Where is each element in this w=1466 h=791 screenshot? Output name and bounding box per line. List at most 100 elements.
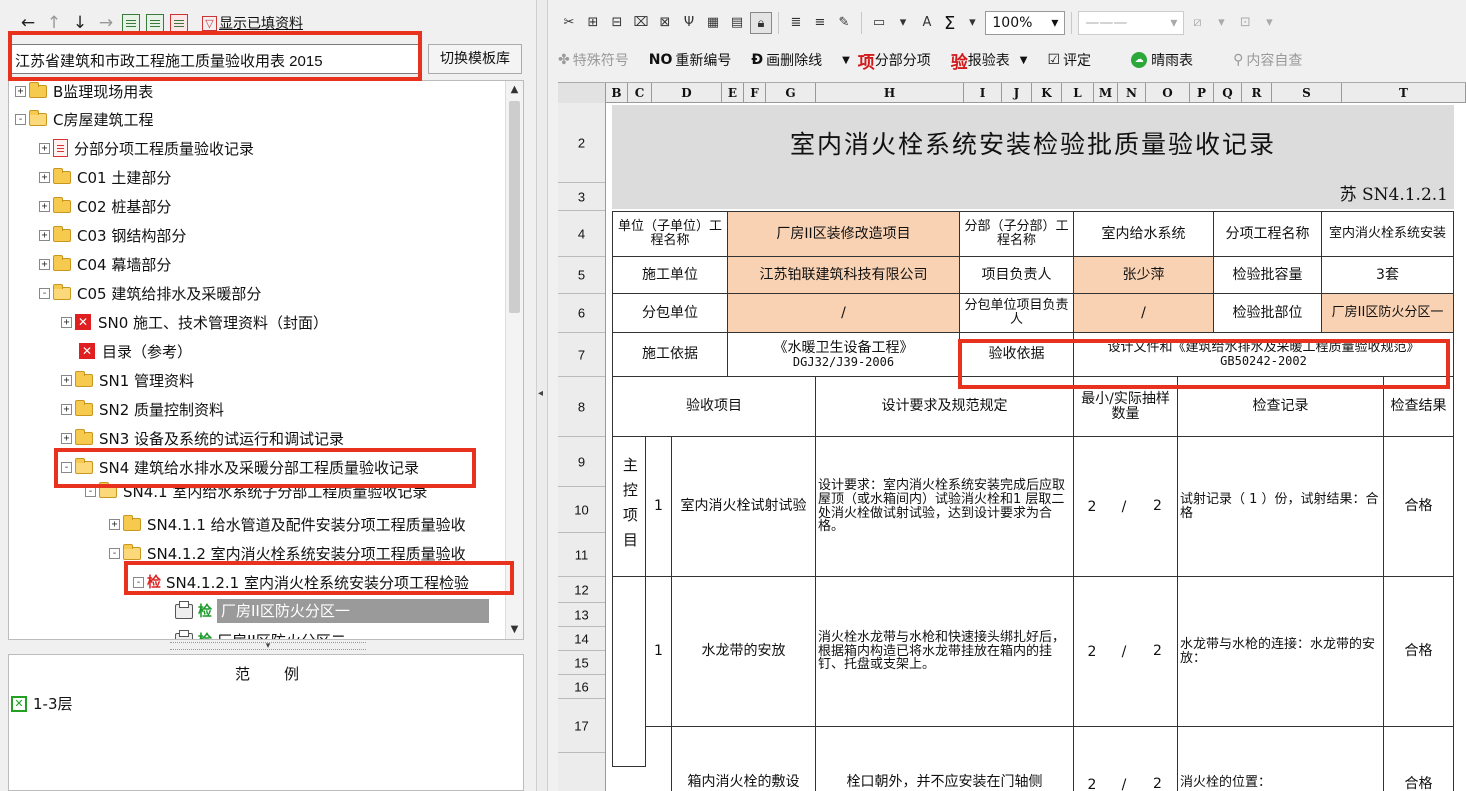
report-icon[interactable] xyxy=(170,14,188,32)
tree-item-sn2[interactable]: + SN2 质量控制资料 xyxy=(61,395,224,423)
line-spacing-icon[interactable]: ≣ xyxy=(785,12,807,34)
expand-icon[interactable]: + xyxy=(39,229,50,241)
tree-item-c-building[interactable]: - C房屋建筑工程 xyxy=(15,105,153,133)
tree-item-c02[interactable]: + C02 桩基部分 xyxy=(39,192,171,220)
row-header[interactable]: 13 xyxy=(558,603,605,627)
column-header[interactable]: D xyxy=(652,83,722,103)
delete-icon[interactable]: ⌧ xyxy=(630,12,652,34)
indent-icon[interactable]: ≡ xyxy=(809,12,831,34)
evaluate-button[interactable]: ☑ 评定 xyxy=(1048,50,1092,70)
row-header[interactable]: 14 xyxy=(558,627,605,651)
column-header[interactable]: E xyxy=(722,83,744,103)
select-all-corner[interactable] xyxy=(558,83,606,103)
merge-icon[interactable]: ⊠ xyxy=(654,12,676,34)
dropdown-arrow-icon[interactable]: ▾ xyxy=(892,12,914,34)
vertical-splitter[interactable]: ◂ xyxy=(536,0,548,791)
r3-record-cell[interactable]: 消火栓的位置： xyxy=(1178,727,1384,791)
capacity-label-cell[interactable]: 检验批容量 xyxy=(1214,257,1322,294)
expand-icon[interactable]: + xyxy=(39,142,50,154)
r2-min-cell[interactable]: 2 xyxy=(1074,577,1110,727)
column-header[interactable]: S xyxy=(1272,83,1342,103)
dropdown-arrow-icon[interactable]: ▼ xyxy=(842,55,850,66)
unit-value-cell[interactable]: 厂房II区装修改造项目 xyxy=(728,211,960,257)
expand-icon[interactable]: + xyxy=(61,316,72,328)
basis-value-cell[interactable]: 《水暖卫生设备工程》 DGJ32/J39-2006 xyxy=(728,333,960,377)
scroll-up-icon[interactable]: ▲ xyxy=(506,81,523,99)
content-selfcheck-button[interactable]: ⚲ 内容自查 xyxy=(1233,50,1302,70)
unit-label-cell[interactable]: 单位（子单位）工程名称 xyxy=(612,211,728,257)
column-header[interactable]: T xyxy=(1342,83,1466,103)
expand-icon[interactable]: + xyxy=(61,432,72,444)
tree-item-sn4[interactable]: - SN4 建筑给水排水及采暖分部工程质量验收记录 xyxy=(61,453,419,481)
part-value-cell[interactable]: 厂房II区防火分区一 xyxy=(1322,294,1454,333)
scrollbar-thumb[interactable] xyxy=(509,101,520,313)
capacity-value-cell[interactable]: 3套 xyxy=(1322,257,1454,294)
expand-icon[interactable]: + xyxy=(109,518,120,530)
r1-req-cell[interactable]: 设计要求：室内消火栓系统安装完成后应取屋顶（或水箱间内）试验消火栓和1 层取二处… xyxy=(816,437,1074,577)
row-header[interactable]: 17 xyxy=(558,699,605,753)
collapse-icon[interactable]: - xyxy=(39,287,50,299)
r3-no-cell[interactable] xyxy=(646,727,672,791)
collapse-icon[interactable]: - xyxy=(109,547,120,559)
row-header[interactable]: 11 xyxy=(558,533,605,577)
tree-item-catalog[interactable]: ✕ 目录（参考） xyxy=(79,337,192,365)
row-header[interactable]: 15 xyxy=(558,651,605,675)
tree-item-sn4-1-2[interactable]: - SN4.1.2 室内消火栓系统安装分项工程质量验收 xyxy=(109,539,466,567)
collapse-icon[interactable]: - xyxy=(15,113,26,125)
format-brush-icon[interactable]: ✎ xyxy=(833,12,855,34)
collapse-icon[interactable]: - xyxy=(85,485,96,497)
row-header[interactable]: 9 xyxy=(558,437,605,487)
cut-icon[interactable]: ✂ xyxy=(558,12,580,34)
row-header[interactable]: 4 xyxy=(558,211,605,257)
r3-slash-cell[interactable]: / xyxy=(1110,727,1138,791)
column-header[interactable]: O xyxy=(1146,83,1190,103)
tree-item-c01[interactable]: + C01 土建部分 xyxy=(39,163,171,191)
column-header[interactable]: L xyxy=(1062,83,1094,103)
tree-item-sn4-1[interactable]: - SN4.1 室内给水系统子分部工程质量验收记录 xyxy=(85,481,427,501)
panel-splitter[interactable]: ▾ xyxy=(170,642,366,651)
fill-icon[interactable]: ⊡ xyxy=(1234,12,1256,34)
r2-result-cell[interactable]: 合格 xyxy=(1384,577,1454,727)
subitem-label-cell[interactable]: 分项工程名称 xyxy=(1214,211,1322,257)
division-label-cell[interactable]: 分部（子分部）工程名称 xyxy=(960,211,1074,257)
table-icon[interactable]: ▦ xyxy=(702,12,724,34)
column-header[interactable]: M xyxy=(1094,83,1118,103)
tree-item-division-records[interactable]: + 分部分项工程质量验收记录 xyxy=(39,134,254,162)
expand-icon[interactable]: + xyxy=(61,403,72,415)
border-icon[interactable]: ⧄ xyxy=(1186,12,1208,34)
legend-item[interactable]: ✕ 1-3层 xyxy=(11,693,73,714)
dropdown-arrow-icon[interactable]: ▾ xyxy=(1258,12,1280,34)
r1-item-cell[interactable]: 室内消火栓试射试验 xyxy=(672,437,816,577)
row-header[interactable]: 2 xyxy=(558,103,605,183)
r2-item-cell[interactable]: 水龙带的安放 xyxy=(672,577,816,727)
form-title[interactable]: 室内消火栓系统安装检验批质量验收记录 xyxy=(612,105,1454,181)
header-item-cell[interactable]: 验收项目 xyxy=(612,377,816,437)
contractor-value-cell[interactable]: 江苏铂联建筑科技有限公司 xyxy=(728,257,960,294)
row-header[interactable]: 8 xyxy=(558,377,605,437)
r2-record-cell[interactable]: 水龙带与水枪的连接：水龙带的安放： xyxy=(1178,577,1384,727)
header-result-cell[interactable]: 检查结果 xyxy=(1384,377,1454,437)
r1-actual-cell[interactable]: 2 xyxy=(1138,437,1178,577)
expand-icon[interactable]: + xyxy=(39,200,50,212)
tree-item-c04[interactable]: + C04 幕墙部分 xyxy=(39,250,171,278)
tree-item-sn3[interactable]: + SN3 设备及系统的试运行和调试记录 xyxy=(61,424,344,452)
contractor-label-cell[interactable]: 施工单位 xyxy=(612,257,728,294)
row-header[interactable]: 7 xyxy=(558,333,605,377)
pm-label-cell[interactable]: 项目负责人 xyxy=(960,257,1074,294)
insert-row-icon[interactable]: ⊞ xyxy=(582,12,604,34)
r1-result-cell[interactable]: 合格 xyxy=(1384,437,1454,577)
form-code[interactable]: 苏 SN4.1.2.1 xyxy=(612,181,1454,209)
column-header[interactable]: R xyxy=(1242,83,1272,103)
r1-no-cell[interactable]: 1 xyxy=(646,437,672,577)
pm-value-cell[interactable]: 张少萍 xyxy=(1074,257,1214,294)
dropdown-arrow-icon[interactable]: ▾ xyxy=(961,12,983,34)
sub-pm-label-cell[interactable]: 分包单位项目负责人 xyxy=(960,294,1074,333)
row-header[interactable]: 10 xyxy=(558,487,605,533)
tree-item-sn4-1-2-1[interactable]: - 检 SN4.1.2.1 室内消火栓系统安装分项工程检验 xyxy=(133,568,469,596)
main-control-cell[interactable]: 主控项目 xyxy=(612,437,646,577)
back-arrow-icon[interactable]: ← xyxy=(18,13,38,33)
tree-scrollbar[interactable]: ▲ ▼ xyxy=(505,81,523,639)
row-header[interactable]: 6 xyxy=(558,294,605,333)
tree-item-c03[interactable]: + C03 钢结构部分 xyxy=(39,221,186,249)
accept-basis-label-cell[interactable]: 验收依据 xyxy=(960,333,1074,377)
